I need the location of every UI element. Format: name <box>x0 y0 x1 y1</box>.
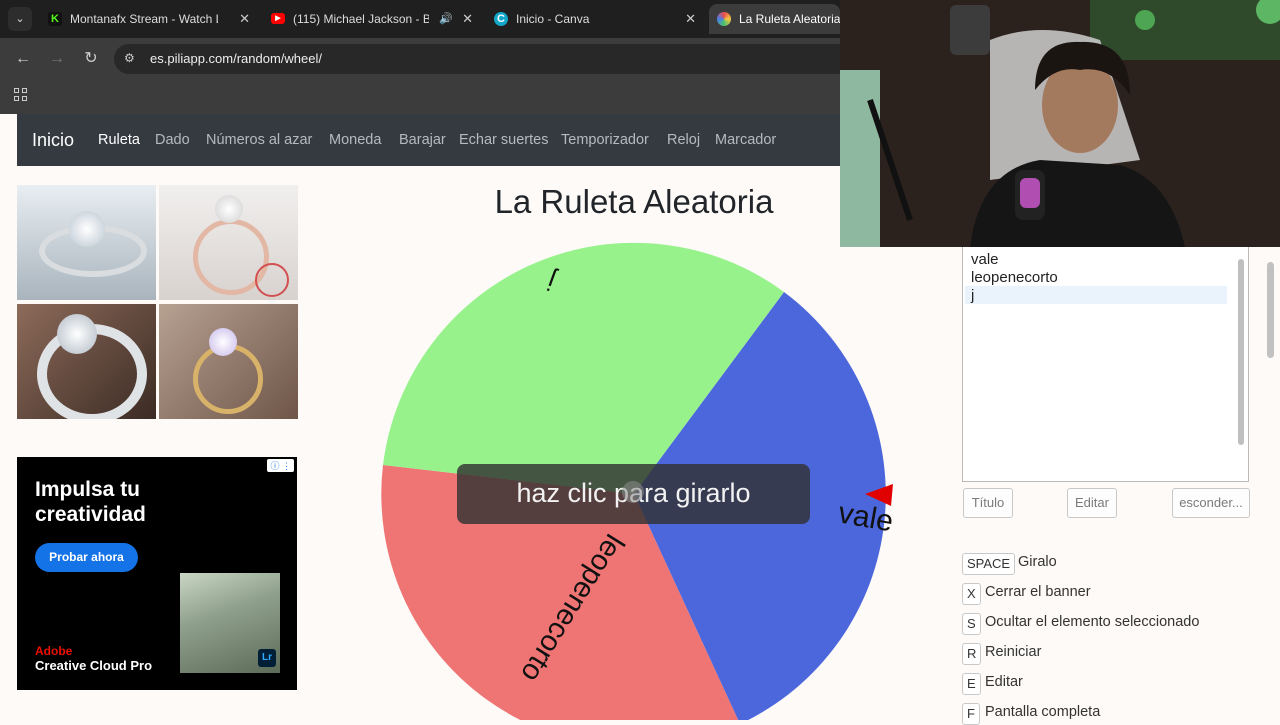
tab-ruleta[interactable]: La Ruleta Aleatoria <box>709 4 840 34</box>
ad-product: Creative Cloud Pro <box>35 658 153 673</box>
shortcut-key: F <box>962 703 980 725</box>
piliapp-icon <box>717 12 731 26</box>
lightroom-icon: Lr <box>258 649 276 667</box>
nav-link-temporizador[interactable]: Temporizador <box>561 132 649 148</box>
forward-arrow-icon[interactable]: → <box>46 48 68 70</box>
reload-icon[interactable]: ↻ <box>80 48 102 70</box>
tab-title: Inicio - Canva <box>516 12 590 26</box>
tab-title: Montanafx Stream - Watch Liv <box>70 12 218 26</box>
tab-title: La Ruleta Aleatoria <box>739 12 840 26</box>
adobe-ad-banner[interactable]: ⓘ ⋮ Impulsa tu creatividad Probar ahora … <box>17 457 297 690</box>
tab-canva[interactable]: C Inicio - Canva ✕ <box>486 4 704 34</box>
nav-link-echar-suertes[interactable]: Echar suertes <box>459 132 548 148</box>
page-title: La Ruleta Aleatoria <box>494 183 774 220</box>
close-icon[interactable]: ✕ <box>462 4 473 34</box>
url-text[interactable]: es.piliapp.com/random/wheel/ <box>150 51 322 66</box>
ad-brand: Adobe <box>35 644 73 658</box>
tab-michael-jackson[interactable]: ▶ (115) Michael Jackson - Bad 🔊 ✕ <box>263 4 481 34</box>
title-button[interactable]: Título <box>963 488 1013 518</box>
site-info-icon[interactable]: ⚙ <box>124 51 135 65</box>
edit-button[interactable]: Editar <box>1067 488 1117 518</box>
entry-line[interactable]: vale <box>971 251 999 268</box>
page-scrollbar[interactable] <box>1266 246 1275 720</box>
ad-info-icon[interactable]: ⓘ ⋮ <box>267 459 294 472</box>
nav-link-moneda[interactable]: Moneda <box>329 132 381 148</box>
nav-link-barajar[interactable]: Barajar <box>399 132 446 148</box>
tab-strip: ⌄ K Montanafx Stream - Watch Liv ✕ ▶ (11… <box>0 0 840 38</box>
wheel-center-dot[interactable] <box>622 481 644 503</box>
entry-line[interactable]: j <box>971 287 974 304</box>
canva-icon: C <box>494 12 508 26</box>
close-icon[interactable]: ✕ <box>239 4 250 34</box>
address-bar[interactable]: ⚙ es.piliapp.com/random/wheel/ <box>114 44 840 74</box>
hide-button[interactable]: esconder... <box>1172 488 1250 518</box>
shortcut-label: Pantalla completa <box>985 704 1101 720</box>
shortcut-key: SPACE <box>962 553 1016 575</box>
textarea-scrollbar[interactable] <box>1237 251 1245 477</box>
nav-link-ruleta[interactable]: Ruleta <box>98 132 140 148</box>
apps-grid-icon[interactable] <box>14 88 28 102</box>
site-navbar: Inicio Ruleta Dado Números al azar Moned… <box>17 114 840 166</box>
shortcut-key: X <box>962 583 981 605</box>
ad-ring-image-1[interactable] <box>17 185 156 300</box>
streamer-camera-feed <box>840 0 1280 247</box>
ad-ring-image-2[interactable] <box>159 185 298 300</box>
shortcut-label: Reiniciar <box>985 644 1042 660</box>
back-arrow-icon[interactable]: ← <box>12 48 34 70</box>
shortcut-key: R <box>962 643 982 665</box>
ad-ring-image-4[interactable] <box>159 304 298 419</box>
kick-icon: K <box>48 12 62 26</box>
browser-toolbar: ← → ↻ ⚙ es.piliapp.com/random/wheel/ <box>0 38 840 80</box>
entry-line[interactable]: leopenecorto <box>971 269 1058 286</box>
shortcut-label: Giralo <box>1018 554 1057 570</box>
nav-link-marcador[interactable]: Marcador <box>715 132 776 148</box>
close-icon[interactable]: ✕ <box>685 4 696 34</box>
tab-search-button[interactable]: ⌄ <box>8 7 32 31</box>
nav-link-dado[interactable]: Dado <box>155 132 190 148</box>
ad-photo: Lr <box>180 573 280 673</box>
shortcut-key: E <box>962 673 981 695</box>
ad-headline: Impulsa tu creatividad <box>35 478 146 526</box>
shortcut-key: S <box>962 613 981 635</box>
tab-montanafx[interactable]: K Montanafx Stream - Watch Liv ✕ <box>40 4 258 34</box>
webcam-overlay <box>840 0 1280 247</box>
ad-cta-button[interactable]: Probar ahora <box>35 543 138 572</box>
bookmarks-bar <box>0 80 840 114</box>
ad-ring-image-3[interactable] <box>17 304 156 419</box>
nav-link-reloj[interactable]: Reloj <box>667 132 700 148</box>
nav-link-numeros[interactable]: Números al azar <box>206 132 312 148</box>
site-brand[interactable]: Inicio <box>32 130 74 151</box>
current-line-highlight <box>965 286 1227 304</box>
shortcut-label: Cerrar el banner <box>985 584 1091 600</box>
speaker-icon[interactable]: 🔊 <box>439 4 453 34</box>
entries-textarea[interactable]: vale leopenecorto j <box>962 246 1249 482</box>
shortcut-label: Ocultar el elemento seleccionado <box>985 614 1200 630</box>
tab-title: (115) Michael Jackson - Bad <box>293 12 429 26</box>
youtube-icon: ▶ <box>271 13 285 24</box>
shortcut-label: Editar <box>985 674 1023 690</box>
